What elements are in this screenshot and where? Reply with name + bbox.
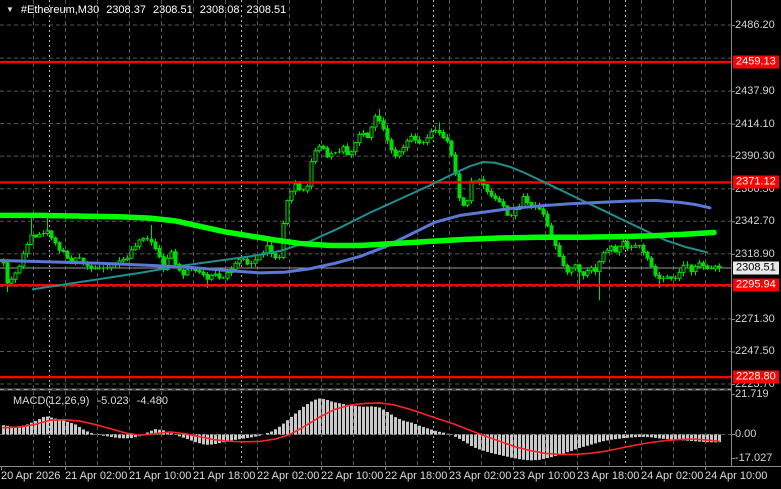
- time-axis-label: 23 Apr 02:00: [449, 470, 512, 482]
- time-axis-label: 21 Apr 18:00: [193, 470, 256, 482]
- mt4-chart-window: ▼ #Ethereum,M30 2308.37 2308.51 2308.08 …: [0, 0, 781, 489]
- time-axis-label: 22 Apr 02:00: [257, 470, 320, 482]
- time-axis-label: 21 Apr 10:00: [129, 470, 192, 482]
- macd-value: -5.023: [97, 395, 129, 407]
- price-axis-label: 2437.90: [735, 85, 775, 98]
- current-price-label: 2308.51: [733, 261, 779, 275]
- price-axis-label: 2414.10: [735, 117, 775, 130]
- time-axis-label: 20 Apr 2026: [1, 470, 61, 482]
- price-chart-canvas[interactable]: [0, 0, 781, 489]
- price-axis-label: 2390.30: [735, 150, 775, 163]
- time-axis-label: 21 Apr 02:00: [65, 470, 128, 482]
- time-axis-label: 23 Apr 10:00: [513, 470, 576, 482]
- chart-symbol-header: ▼ #Ethereum,M30 2308.37 2308.51 2308.08 …: [6, 3, 293, 16]
- ohlc-high: 2308.51: [152, 3, 193, 16]
- macd-scale-label: 21.719: [735, 388, 769, 400]
- macd-scale-label: -17.027: [735, 452, 773, 464]
- candles: [1, 108, 722, 301]
- ohlc-close: 2308.51: [246, 3, 287, 16]
- macd-name: MACD(12,26,9): [13, 395, 90, 407]
- price-axis-label: 2486.20: [735, 19, 775, 32]
- ohlc-open: 2308.37: [106, 3, 146, 16]
- price-level-label: 2228.80: [733, 370, 779, 384]
- time-axis-label: 22 Apr 10:00: [321, 470, 384, 482]
- price-axis-label: 2318.90: [735, 247, 775, 260]
- price-axis-label: 2247.50: [735, 345, 775, 358]
- price-axis-label: 2271.30: [735, 312, 775, 325]
- ohlc-low: 2308.08: [199, 3, 240, 16]
- price-level-label: 2295.94: [733, 278, 779, 292]
- ma-teal-line: [32, 161, 708, 291]
- price-level-label: 2371.12: [733, 175, 779, 189]
- symbol-title: #Ethereum,M30: [20, 3, 100, 16]
- time-axis-label: 23 Apr 18:00: [577, 470, 640, 482]
- symbol-dropdown-icon[interactable]: ▼: [6, 5, 14, 14]
- price-axis-label: 2342.70: [735, 215, 775, 228]
- time-axis-label: 24 Apr 02:00: [641, 470, 704, 482]
- time-axis-label: 24 Apr 10:00: [705, 470, 768, 482]
- macd-indicator-label: MACD(12,26,9) -5.023 -4.480: [13, 395, 173, 407]
- macd-scale-label: 0.00: [735, 428, 757, 440]
- macd-signal-value: -4.480: [136, 395, 168, 407]
- time-axis-label: 22 Apr 18:00: [385, 470, 448, 482]
- price-level-label: 2459.13: [733, 55, 779, 69]
